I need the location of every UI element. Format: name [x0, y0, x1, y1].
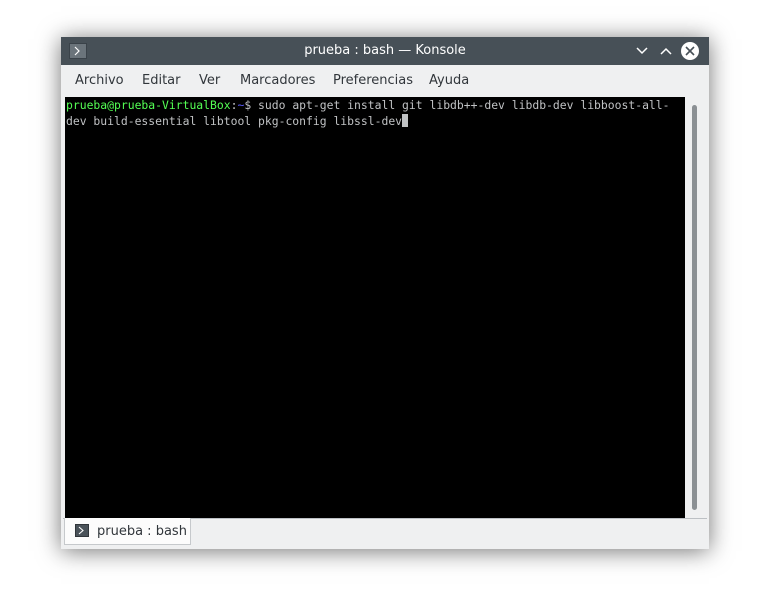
terminal-icon	[75, 524, 89, 537]
close-button[interactable]	[681, 42, 699, 60]
menu-ver[interactable]: Ver	[199, 65, 220, 97]
terminal-line-1: prueba@prueba-VirtualBox:~$ sudo apt-get…	[66, 97, 670, 113]
text-cursor	[402, 114, 409, 127]
prompt-user: prueba@prueba-VirtualBox	[66, 98, 231, 112]
minimize-button[interactable]	[633, 42, 651, 60]
maximize-button[interactable]	[657, 42, 675, 60]
chevron-up-icon	[660, 47, 672, 55]
window-title: prueba : bash — Konsole	[304, 43, 466, 58]
terminal-scrollbar[interactable]	[685, 97, 705, 518]
tab-prueba-bash[interactable]: prueba : bash	[64, 518, 191, 545]
menu-editar[interactable]: Editar	[142, 65, 181, 97]
scrollbar-handle[interactable]	[692, 105, 697, 510]
menu-ayuda[interactable]: Ayuda	[429, 65, 469, 97]
terminal-view[interactable]: prueba@prueba-VirtualBox:~$ sudo apt-get…	[65, 97, 685, 518]
menu-marcadores[interactable]: Marcadores	[240, 65, 315, 97]
terminal-line-2: dev build-essential libtool pkg-config l…	[66, 113, 409, 129]
konsole-window: prueba : bash — Konsole Archivo Editar V…	[61, 37, 709, 549]
menu-bar: Archivo Editar Ver Marcadores Preferenci…	[61, 65, 709, 97]
command-text-1: sudo apt-get install git libdb++-dev lib…	[251, 98, 670, 112]
menu-preferencias[interactable]: Preferencias	[333, 65, 413, 97]
close-icon	[685, 46, 695, 56]
menu-archivo[interactable]: Archivo	[75, 65, 124, 97]
command-text-2: dev build-essential libtool pkg-config l…	[66, 114, 403, 128]
title-bar[interactable]: prueba : bash — Konsole	[61, 37, 709, 65]
tab-label: prueba : bash	[97, 524, 187, 539]
chevron-down-icon	[636, 47, 648, 55]
tab-bar: prueba : bash	[61, 518, 709, 549]
